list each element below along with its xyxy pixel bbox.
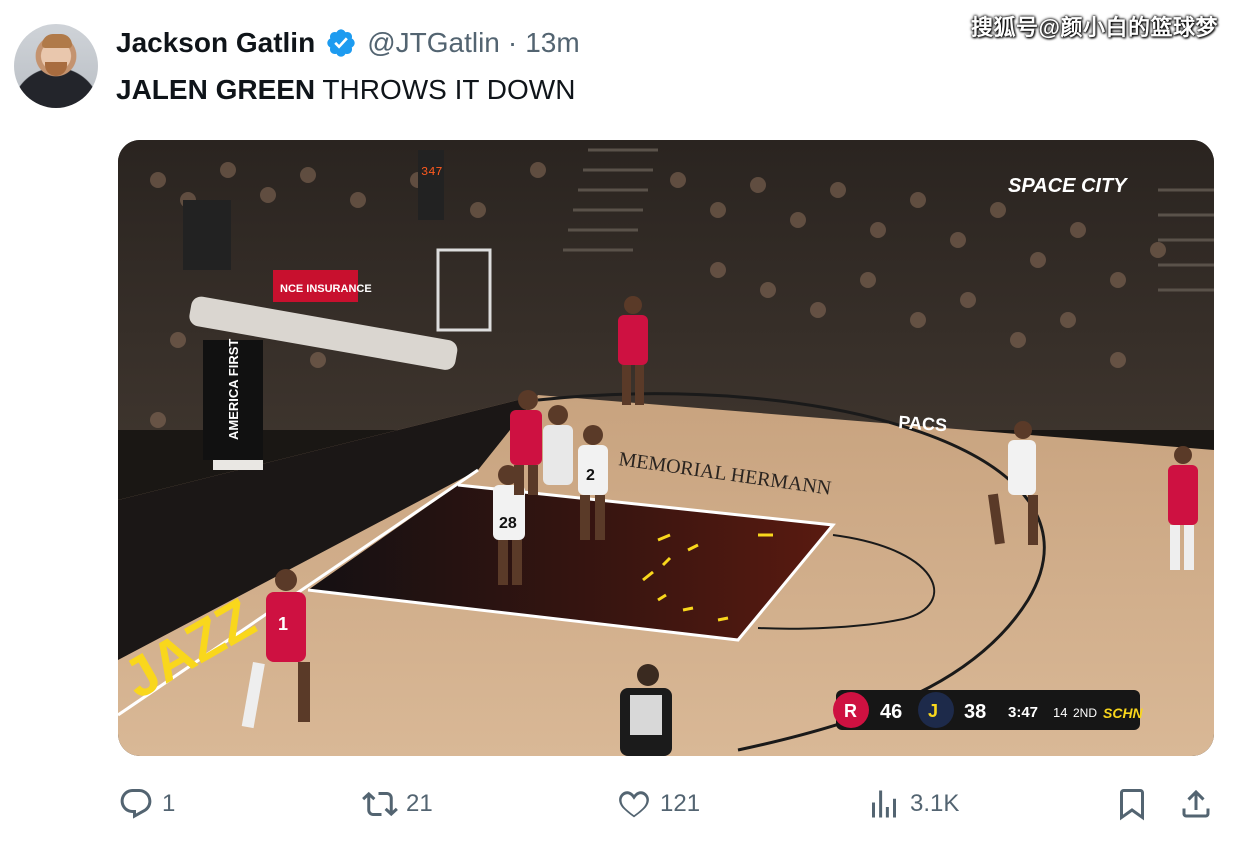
tweet-timestamp[interactable]: 13m [525, 27, 579, 59]
reply-count: 1 [162, 790, 176, 817]
share-button[interactable] [1178, 786, 1214, 822]
jersey-number-28: 28 [499, 515, 517, 532]
separator-dot: · [507, 27, 518, 58]
shot-clock: 14 [1053, 705, 1067, 720]
tweet-header: Jackson Gatlin @JTGatlin · 13m [116, 24, 580, 62]
share-icon [1182, 789, 1210, 818]
tweet-text: JALEN GREEN THROWS IT DOWN [116, 74, 575, 106]
stanchion-text: AMERICA FIRST [226, 339, 241, 440]
heart-icon [619, 791, 649, 818]
retweet-count: 21 [406, 790, 433, 817]
bookmark-button[interactable] [1114, 786, 1150, 822]
avatar-hair [42, 34, 72, 48]
svg-text:R: R [844, 701, 857, 721]
views-icon [872, 790, 896, 818]
bookmark-icon [1120, 789, 1144, 821]
home-score: 46 [880, 701, 902, 723]
away-score: 38 [964, 701, 986, 723]
views-count: 3.1K [910, 790, 960, 817]
game-clock: 3:47 [1008, 704, 1038, 721]
watermark: 搜狐号@颜小白的篮球梦 [971, 15, 1218, 40]
ad-board-text: NCE INSURANCE [280, 283, 372, 295]
jersey-number-2: 2 [586, 467, 595, 484]
sideline-ad-text: PACS [898, 412, 948, 435]
retweet-button[interactable]: 21 [362, 786, 433, 822]
tweet-action-bar: 1 21 121 3.1K [0, 782, 1246, 830]
author-handle[interactable]: @JTGatlin [367, 27, 500, 59]
reply-icon [120, 789, 152, 819]
shot-clock-display: 347 [421, 165, 443, 179]
svg-text:J: J [928, 701, 938, 721]
avatar[interactable] [14, 24, 98, 108]
reply-button[interactable]: 1 [118, 786, 175, 822]
tweet-text-rest: THROWS IT DOWN [315, 74, 576, 105]
author-name[interactable]: Jackson Gatlin [116, 27, 315, 59]
like-count: 121 [660, 790, 701, 817]
verified-badge-icon [327, 29, 355, 57]
retweet-icon [362, 791, 398, 817]
scorebug: R 46 J 38 3:47 14 2ND SCHN [833, 690, 1144, 730]
jersey-number-1: 1 [278, 614, 288, 634]
views-button[interactable]: 3.1K [866, 786, 959, 822]
tweet-text-bold: JALEN GREEN [116, 74, 316, 105]
like-button[interactable]: 121 [616, 786, 700, 822]
network-logo: SCHN [1103, 705, 1144, 721]
tweet-media-video[interactable]: JAZZ MEMORIAL HERMANN PACS SPACE CITY AM… [118, 140, 1214, 756]
arena-sign-text: SPACE CITY [1008, 175, 1128, 197]
avatar-beard [45, 62, 67, 76]
basketball-court-scene: JAZZ MEMORIAL HERMANN PACS SPACE CITY AM… [118, 140, 1214, 756]
quarter: 2ND [1073, 706, 1097, 720]
